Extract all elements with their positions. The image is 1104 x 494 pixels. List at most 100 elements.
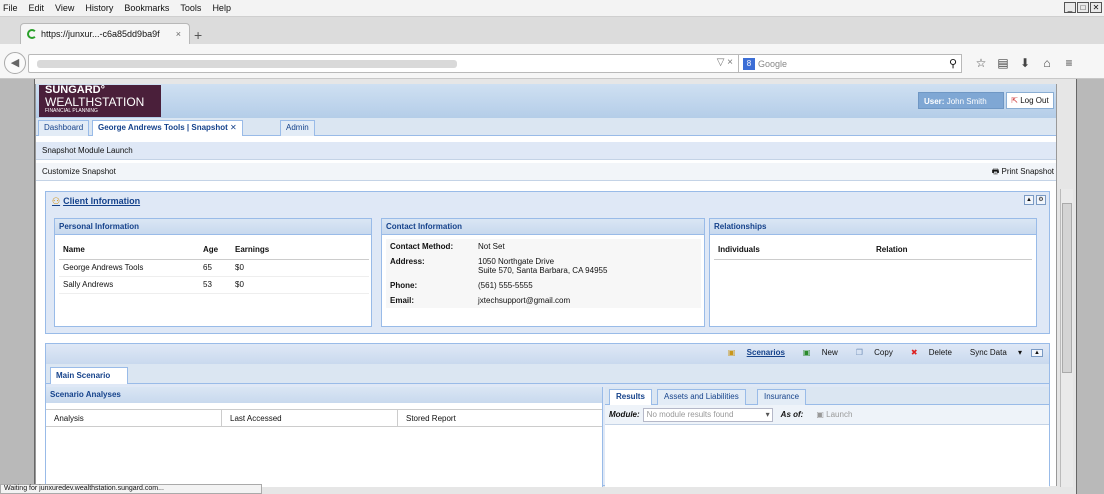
tab-admin[interactable]: Admin: [280, 120, 315, 136]
browser-navbar: ◀ ▽ × 8 Google ⚲ ☆ ▤ ⬇ ⌂ ≡: [0, 44, 1104, 79]
url-controls[interactable]: ▽ ×: [717, 57, 733, 68]
scenarios-toolbar: ▣ Scenarios ▣ New ❐ Copy ✖ Delete Sync D…: [46, 344, 1049, 364]
new-tab-button[interactable]: +: [194, 27, 202, 43]
tab-close-icon[interactable]: ✕: [230, 123, 237, 132]
user-button[interactable]: User: John Smith: [918, 92, 1004, 109]
customize-snapshot-link[interactable]: Customize Snapshot: [42, 167, 116, 176]
collapse-icon[interactable]: ▲: [1024, 195, 1034, 205]
scroll-thumb[interactable]: [1062, 203, 1072, 373]
tab-snapshot-label: George Andrews Tools | Snapshot: [98, 123, 228, 132]
client-information-panel: ⚇ Client Information ▲ ⚙ Personal Informa…: [45, 191, 1050, 334]
cell-age: 65: [199, 259, 231, 277]
personal-info-box: Personal Information Name Age Earnings G…: [54, 218, 372, 327]
logout-icon: ⇱: [1011, 96, 1018, 105]
launch-button[interactable]: ▣ Launch: [816, 410, 852, 419]
contact-info-box: Contact Information Contact Method: Not S…: [381, 218, 705, 327]
email-label: Email:: [390, 296, 415, 305]
star-icon[interactable]: ☆: [970, 56, 992, 70]
col-last-accessed[interactable]: Last Accessed: [222, 410, 398, 426]
collapse-icon[interactable]: ▲: [1031, 348, 1043, 357]
customize-toolbar: Customize Snapshot 🖶 Print Snapshot: [36, 163, 1056, 181]
tab-main-scenario[interactable]: Main Scenario: [50, 367, 128, 384]
copy-button[interactable]: ❐ Copy: [847, 348, 893, 357]
scenario-buttons: ▣ Scenarios ▣ New ❐ Copy ✖ Delete Sync D…: [710, 348, 1043, 357]
table-row[interactable]: Sally Andrews 53 $0: [59, 276, 369, 294]
contact-info-table: Contact Method: Not Set Address: 1050 Nort…: [386, 239, 701, 308]
url-bar[interactable]: ▽ ×: [28, 54, 740, 73]
scenarios-button[interactable]: ▣ Scenarios: [719, 348, 785, 357]
launch-icon: ▣: [816, 410, 824, 419]
print-snapshot-button[interactable]: 🖶 Print Snapshot: [992, 163, 1054, 181]
app-tabs: Dashboard George Andrews Tools | Snapsho…: [36, 118, 1056, 136]
reading-list-icon[interactable]: ▤: [992, 56, 1014, 70]
menu-history[interactable]: History: [85, 3, 113, 13]
home-icon[interactable]: ⌂: [1036, 56, 1058, 70]
menu-help[interactable]: Help: [212, 3, 231, 13]
logout-label: Log Out: [1020, 96, 1049, 105]
tab-assets-liabilities[interactable]: Assets and Liabilities: [657, 389, 746, 405]
search-icon[interactable]: ⚲: [949, 57, 957, 70]
col-age[interactable]: Age: [199, 241, 231, 260]
user-label: User:: [924, 97, 945, 106]
left-frame: [0, 79, 35, 494]
module-label: Module:: [609, 410, 640, 419]
module-select[interactable]: No module results found: [642, 407, 773, 422]
browser-tab[interactable]: https://junxur...-c6a85dd9ba9f ×: [20, 23, 190, 44]
phone-value: (561) 555-5555: [478, 281, 533, 290]
hamburger-menu-icon[interactable]: ≡: [1058, 56, 1080, 70]
scenario-analyses-title: Scenario Analyses: [46, 387, 602, 403]
client-icon: ⚇: [52, 196, 61, 206]
close-icon[interactable]: ✕: [1090, 2, 1102, 13]
copy-icon: ❐: [855, 348, 863, 357]
col-relation[interactable]: Relation: [872, 241, 1032, 260]
logout-button[interactable]: ⇱ Log Out: [1006, 92, 1054, 109]
sync-data-button[interactable]: Sync Data ▾: [961, 348, 1022, 357]
sync-data-label: Sync Data: [969, 348, 1007, 357]
col-analysis[interactable]: Analysis: [46, 410, 222, 426]
menu-tools[interactable]: Tools: [180, 3, 201, 13]
table-row[interactable]: George Andrews Tools 65 $0: [59, 259, 369, 277]
tab-snapshot[interactable]: George Andrews Tools | Snapshot ✕: [92, 120, 243, 136]
col-individuals[interactable]: Individuals: [714, 241, 872, 260]
app-header: SUNGARD° WEALTHSTATION FINANCIAL PLANNIN…: [36, 84, 1056, 118]
menu-file[interactable]: File: [3, 3, 18, 13]
launch-label: Launch: [826, 410, 853, 419]
minimize-icon[interactable]: _: [1064, 2, 1076, 13]
search-input[interactable]: 8 Google ⚲: [738, 54, 962, 73]
scenarios-label: Scenarios: [746, 348, 785, 357]
col-stored-report[interactable]: Stored Report: [398, 410, 601, 426]
back-arrow-icon[interactable]: ◀: [4, 52, 26, 74]
nav-icons: ☆ ▤ ⬇ ⌂ ≡: [970, 56, 1080, 70]
email-value: jxtechsupport@gmail.com: [478, 296, 571, 305]
col-name[interactable]: Name: [59, 241, 199, 260]
menu-view[interactable]: View: [55, 3, 74, 13]
copy-label: Copy: [874, 348, 893, 357]
vertical-scrollbar[interactable]: [1060, 189, 1073, 487]
blurred-url: [37, 60, 457, 68]
tab-dashboard[interactable]: Dashboard: [38, 120, 90, 136]
search-placeholder: Google: [758, 58, 788, 69]
scenario-analyses-panel: Scenario Analyses Analysis Last Accessed…: [46, 387, 603, 487]
module-row: Module: No module results found As of: ▣…: [605, 405, 1049, 425]
client-info-header[interactable]: ⚇ Client Information: [46, 192, 1049, 210]
delete-icon: ✖: [910, 348, 918, 357]
module-toolbar[interactable]: Snapshot Module Launch: [36, 142, 1056, 160]
analyses-header-row: Analysis Last Accessed Stored Report: [46, 409, 602, 427]
menu-bookmarks[interactable]: Bookmarks: [124, 3, 169, 13]
printer-icon: 🖶: [991, 167, 1000, 176]
results-panel: Results Assets and Liabilities Insurance…: [605, 387, 1049, 487]
user-name: John Smith: [946, 97, 987, 106]
download-icon[interactable]: ⬇: [1014, 56, 1036, 70]
delete-button[interactable]: ✖ Delete: [902, 348, 952, 357]
col-earnings[interactable]: Earnings: [231, 241, 369, 260]
tab-close-icon[interactable]: ×: [176, 29, 181, 39]
tab-results[interactable]: Results: [609, 389, 652, 405]
print-label: Print Snapshot: [1001, 167, 1054, 176]
maximize-icon[interactable]: □: [1077, 2, 1089, 13]
settings-icon[interactable]: ⚙: [1036, 195, 1046, 205]
tab-insurance[interactable]: Insurance: [757, 389, 807, 405]
new-button[interactable]: ▣ New: [794, 348, 838, 357]
personal-info-table: Name Age Earnings George Andrews Tools 6…: [59, 241, 369, 294]
results-tabs: Results Assets and Liabilities Insurance: [605, 387, 1049, 405]
menu-edit[interactable]: Edit: [29, 3, 45, 13]
